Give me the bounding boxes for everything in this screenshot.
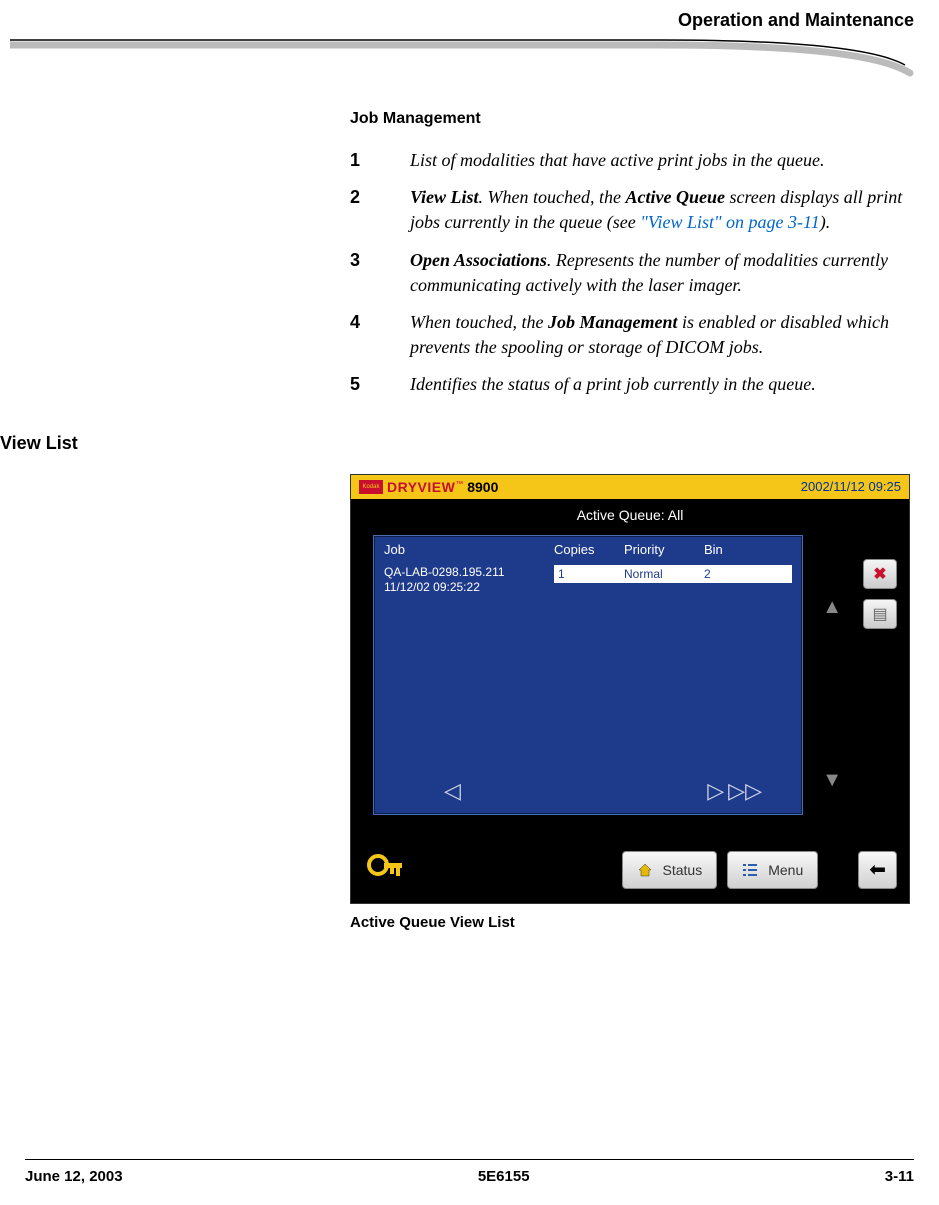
save-disk-button[interactable]: ▤ — [863, 599, 897, 629]
nav-right-icon[interactable]: ▷ — [707, 778, 724, 803]
device-topbar: Kodak DRYVIEW™ 8900 2002/11/12 09:25 — [351, 475, 909, 499]
nav-fast-right-icon[interactable]: ▷▷ — [728, 778, 762, 803]
footer-docnum: 5E6155 — [478, 1168, 530, 1185]
kodak-logo-icon: Kodak — [359, 480, 383, 494]
scroll-down-icon[interactable]: ▼ — [822, 769, 842, 792]
side-heading-view-list: View List — [0, 433, 939, 454]
queue-row[interactable]: QA-LAB-0298.195.211 11/12/02 09:25:22 1 … — [374, 563, 802, 598]
disk-icon: ▤ — [872, 604, 887, 624]
priority-cell: Normal — [624, 567, 704, 581]
brand-name: DRYVIEW — [387, 479, 455, 495]
list-item: 5 Identifies the status of a print job c… — [350, 372, 909, 397]
list-text: List of modalities that have active prin… — [410, 148, 909, 173]
bin-cell: 2 — [704, 567, 754, 581]
list-number: 1 — [350, 148, 410, 173]
list-text: Identifies the status of a print job cur… — [410, 372, 909, 397]
list-number: 3 — [350, 248, 410, 298]
status-button-label: Status — [663, 862, 703, 878]
xref-link[interactable]: "View List" on page 3-11 — [640, 212, 819, 232]
device-screenshot: Kodak DRYVIEW™ 8900 2002/11/12 09:25 Act… — [350, 474, 910, 904]
header-divider-swoosh — [10, 35, 920, 80]
job-selected-strip: 1 Normal 2 — [554, 565, 792, 583]
home-icon — [637, 862, 653, 878]
page-footer: June 12, 2003 5E6155 3-11 — [25, 1159, 914, 1185]
nav-left-icon[interactable]: ◁ — [444, 778, 461, 804]
clock-display: 2002/11/12 09:25 — [801, 479, 901, 494]
back-button[interactable]: ⬅ — [858, 851, 897, 889]
list-item: 2 View List. When touched, the Active Qu… — [350, 185, 909, 235]
list-icon — [742, 862, 758, 878]
figure-caption: Active Queue View List — [350, 914, 939, 931]
job-cell: QA-LAB-0298.195.211 11/12/02 09:25:22 — [384, 565, 554, 596]
copies-cell: 1 — [558, 567, 624, 581]
status-button[interactable]: Status — [622, 851, 718, 889]
list-number: 2 — [350, 185, 410, 235]
list-number: 5 — [350, 372, 410, 397]
numbered-list: 1 List of modalities that have active pr… — [350, 148, 909, 398]
bottom-toolbar: Status Menu ⬅ — [351, 845, 909, 895]
list-item: 4 When touched, the Job Management is en… — [350, 310, 909, 360]
footer-page: 3-11 — [885, 1168, 914, 1185]
scroll-up-icon[interactable]: ▲ — [822, 596, 842, 619]
list-item: 3 Open Associations. Represents the numb… — [350, 248, 909, 298]
list-text: Open Associations. Represents the number… — [410, 248, 909, 298]
section-heading-job-management: Job Management — [350, 110, 939, 128]
list-number: 4 — [350, 310, 410, 360]
list-text: When touched, the Job Management is enab… — [410, 310, 909, 360]
list-item: 1 List of modalities that have active pr… — [350, 148, 909, 173]
brand-model: 8900 — [467, 479, 498, 495]
queue-panel: Job Copies Priority Bin QA-LAB-0298.195.… — [373, 535, 803, 815]
menu-button-label: Menu — [768, 862, 803, 878]
delete-button[interactable]: ✖ — [863, 559, 897, 589]
key-icon[interactable] — [363, 850, 413, 890]
col-header-bin: Bin — [704, 542, 764, 557]
footer-date: June 12, 2003 — [25, 1168, 123, 1185]
list-text: View List. When touched, the Active Queu… — [410, 185, 909, 235]
queue-header-row: Job Copies Priority Bin — [374, 536, 802, 563]
col-header-priority: Priority — [624, 542, 704, 557]
back-arrow-icon: ⬅ — [869, 857, 886, 882]
page-header-title: Operation and Maintenance — [0, 10, 914, 31]
col-header-job: Job — [384, 542, 554, 557]
col-header-copies: Copies — [554, 542, 624, 557]
trademark-icon: ™ — [455, 479, 463, 488]
queue-title: Active Queue: All — [351, 499, 909, 529]
menu-button[interactable]: Menu — [727, 851, 818, 889]
delete-icon: ✖ — [873, 564, 886, 584]
